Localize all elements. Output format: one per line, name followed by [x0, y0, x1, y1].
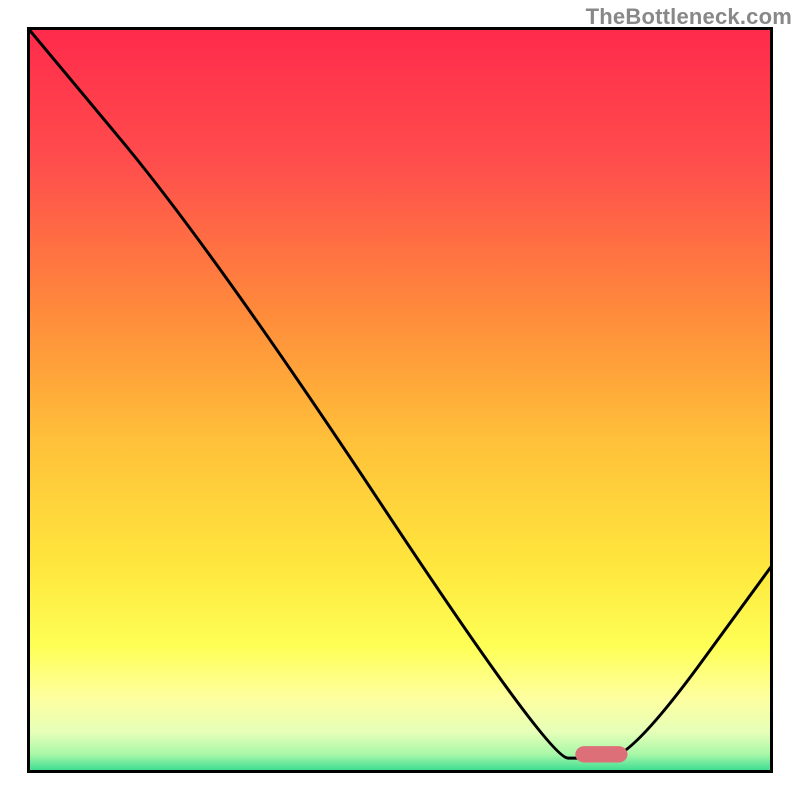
watermark-text: TheBottleneck.com: [586, 4, 792, 30]
plot-area: [27, 27, 773, 773]
optimal-marker: [27, 27, 773, 773]
chart-container: TheBottleneck.com: [0, 0, 800, 800]
